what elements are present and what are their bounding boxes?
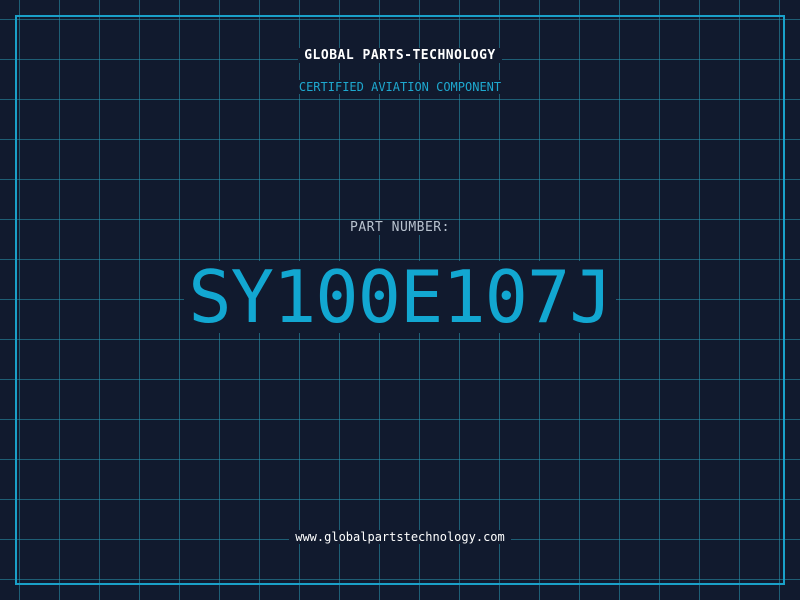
website-url: www.globalpartstechnology.com bbox=[0, 530, 800, 544]
part-number-value: SY100E107J bbox=[184, 261, 616, 333]
certification-subtitle-text: CERTIFIED AVIATION COMPONENT bbox=[292, 80, 508, 94]
part-number-label-text: PART NUMBER: bbox=[344, 220, 456, 235]
certification-subtitle: CERTIFIED AVIATION COMPONENT bbox=[0, 80, 800, 94]
part-number-display: SY100E107J bbox=[0, 252, 800, 342]
website-url-text: www.globalpartstechnology.com bbox=[289, 530, 511, 544]
company-name-text: GLOBAL PARTS-TECHNOLOGY bbox=[298, 48, 502, 63]
part-number-label: PART NUMBER: bbox=[0, 220, 800, 235]
company-name: GLOBAL PARTS-TECHNOLOGY bbox=[0, 48, 800, 63]
